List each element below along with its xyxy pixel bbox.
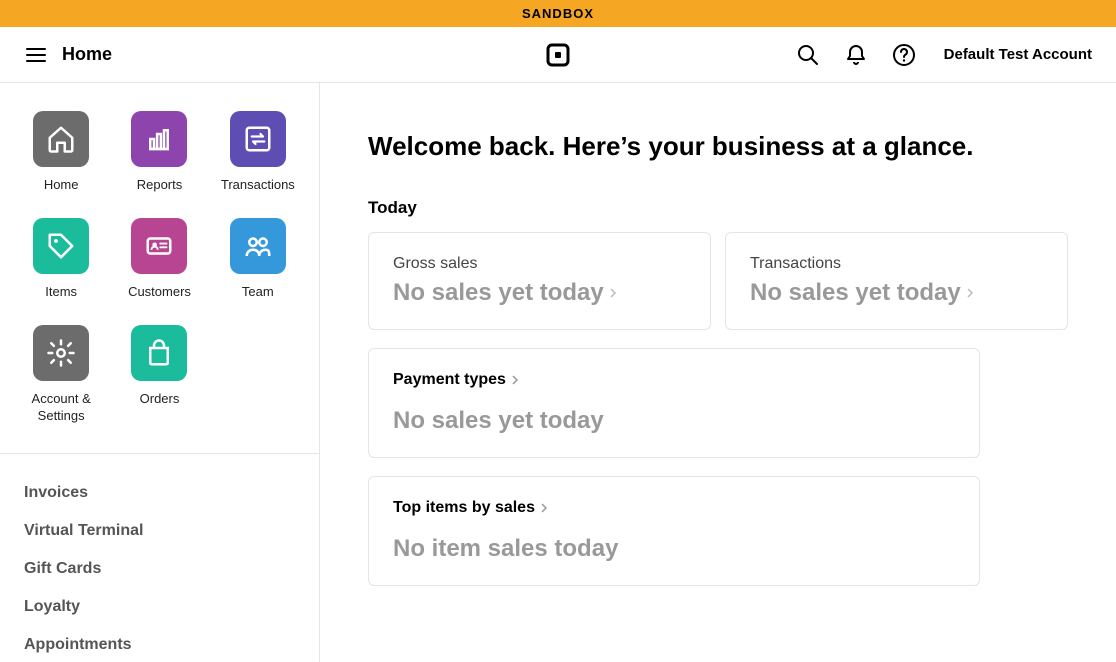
sidebar-link-invoices[interactable]: Invoices: [24, 474, 295, 512]
app-tile-home[interactable]: Home: [16, 111, 106, 194]
app-tile-label: Customers: [128, 284, 191, 301]
card-label: Gross sales: [393, 255, 686, 273]
bar-chart-icon: [131, 111, 187, 167]
app-grid: Home Reports Transactions: [0, 83, 319, 454]
card-label: Transactions: [750, 255, 1043, 273]
card-value: No sales yet today: [393, 407, 955, 435]
card-value: No item sales today: [393, 535, 955, 563]
app-tile-label: Items: [45, 284, 77, 301]
app-tile-account-settings[interactable]: Account & Settings: [16, 325, 106, 425]
app-tile-customers[interactable]: Customers: [114, 218, 204, 301]
app-tile-items[interactable]: Items: [16, 218, 106, 301]
chevron-right-icon: [539, 503, 549, 513]
card-transactions[interactable]: Transactions No sales yet today: [725, 232, 1068, 330]
app-tile-reports[interactable]: Reports: [114, 111, 204, 194]
home-icon: [33, 111, 89, 167]
people-icon: [230, 218, 286, 274]
sandbox-banner: SANDBOX: [0, 0, 1116, 27]
sidebar-link-gift-cards[interactable]: Gift Cards: [24, 550, 295, 588]
chevron-right-icon: [510, 375, 520, 385]
chevron-right-icon: [608, 288, 618, 298]
tag-icon: [33, 218, 89, 274]
square-logo-icon[interactable]: [546, 43, 570, 67]
app-tile-label: Orders: [140, 391, 180, 408]
sidebar-link-virtual-terminal[interactable]: Virtual Terminal: [24, 512, 295, 550]
card-label: Payment types: [393, 371, 955, 389]
sidebar: Home Reports Transactions: [0, 83, 320, 662]
main-content: Welcome back. Here’s your business at a …: [320, 83, 1116, 662]
card-gross-sales[interactable]: Gross sales No sales yet today: [368, 232, 711, 330]
card-top-items[interactable]: Top items by sales No item sales today: [368, 476, 980, 586]
shopping-bag-icon: [131, 325, 187, 381]
app-tile-label: Home: [44, 177, 79, 194]
app-tile-label: Team: [242, 284, 274, 301]
search-icon[interactable]: [796, 43, 820, 67]
card-value: No sales yet today: [750, 279, 1043, 307]
card-label: Top items by sales: [393, 499, 955, 517]
gear-icon: [33, 325, 89, 381]
section-today-label: Today: [368, 198, 1068, 218]
welcome-heading: Welcome back. Here’s your business at a …: [368, 131, 1068, 162]
account-name[interactable]: Default Test Account: [944, 46, 1092, 63]
swap-icon: [230, 111, 286, 167]
page-title: Home: [62, 44, 112, 65]
sidebar-link-appointments[interactable]: Appointments: [24, 626, 295, 662]
card-value: No sales yet today: [393, 279, 686, 307]
app-tile-transactions[interactable]: Transactions: [213, 111, 303, 194]
app-tile-label: Reports: [137, 177, 183, 194]
app-tile-orders[interactable]: Orders: [114, 325, 204, 425]
top-header: Home Default Test Account: [0, 27, 1116, 83]
app-tile-team[interactable]: Team: [213, 218, 303, 301]
app-tile-label: Account & Settings: [16, 391, 106, 425]
sidebar-links: Invoices Virtual Terminal Gift Cards Loy…: [0, 454, 319, 662]
notifications-icon[interactable]: [844, 43, 868, 67]
card-payment-types[interactable]: Payment types No sales yet today: [368, 348, 980, 458]
sidebar-link-loyalty[interactable]: Loyalty: [24, 588, 295, 626]
app-tile-label: Transactions: [221, 177, 295, 194]
chevron-right-icon: [965, 288, 975, 298]
help-icon[interactable]: [892, 43, 916, 67]
hamburger-menu-icon[interactable]: [24, 43, 48, 67]
id-card-icon: [131, 218, 187, 274]
